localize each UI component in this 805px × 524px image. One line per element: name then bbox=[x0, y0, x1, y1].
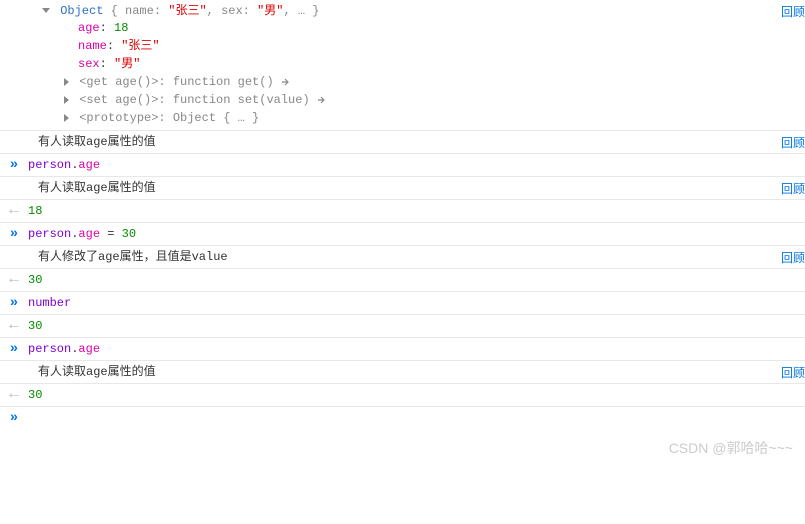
input-identifier: number bbox=[28, 296, 71, 310]
input-prop: age bbox=[78, 227, 100, 241]
output-value: 18 bbox=[28, 204, 42, 218]
console-output-row: ← 30 bbox=[0, 269, 805, 292]
review-link[interactable]: 回顾 bbox=[781, 3, 805, 20]
prop-key-age: age bbox=[78, 21, 100, 35]
object-properties: age: 18 name: "张三" sex: "男" <get age()>:… bbox=[28, 19, 765, 127]
console-log-row: 有人读取age属性的值 回顾 bbox=[0, 131, 805, 154]
log-message: 有人修改了age属性，且值是value bbox=[28, 249, 805, 265]
log-message: 有人读取age属性的值 bbox=[28, 180, 805, 196]
jump-icon[interactable] bbox=[281, 77, 291, 87]
object-preview-row: Object { name: "张三", sex: "男", … } age: … bbox=[0, 0, 805, 131]
prop-val-name: "张三" bbox=[121, 39, 159, 53]
jump-icon[interactable] bbox=[317, 95, 327, 105]
input-prompt-icon: » bbox=[0, 341, 28, 357]
input-prompt-icon: » bbox=[0, 295, 28, 311]
setter-key: <set age()> bbox=[79, 93, 158, 107]
prop-val-sex: "男" bbox=[114, 57, 140, 71]
output-value: 30 bbox=[28, 273, 42, 287]
output-arrow-icon: ← bbox=[0, 387, 28, 401]
log-message: 有人读取age属性的值 bbox=[28, 134, 805, 150]
review-link[interactable]: 回顾 bbox=[781, 180, 805, 197]
input-object: person bbox=[28, 342, 71, 356]
input-prompt-icon: » bbox=[0, 226, 28, 242]
output-arrow-icon: ← bbox=[0, 318, 28, 332]
setter-val: function set(value) bbox=[173, 93, 310, 107]
output-arrow-icon: ← bbox=[0, 203, 28, 217]
review-link[interactable]: 回顾 bbox=[781, 249, 805, 266]
console-output-row: ← 18 bbox=[0, 200, 805, 223]
expand-arrow-icon[interactable] bbox=[64, 96, 69, 104]
review-link[interactable]: 回顾 bbox=[781, 364, 805, 381]
expand-arrow-icon[interactable] bbox=[64, 78, 69, 86]
log-message: 有人读取age属性的值 bbox=[28, 364, 805, 380]
object-content[interactable]: Object { name: "张三", sex: "男", … } age: … bbox=[28, 3, 805, 127]
console-log-row: 有人读取age属性的值 回顾 bbox=[0, 361, 805, 384]
object-type-label: Object bbox=[60, 4, 103, 18]
expand-arrow-icon[interactable] bbox=[64, 114, 69, 122]
input-prop: age bbox=[78, 342, 100, 356]
proto-key: <prototype> bbox=[79, 111, 158, 125]
console-log-row: 有人读取age属性的值 回顾 bbox=[0, 177, 805, 200]
console-output-row: ← 30 bbox=[0, 315, 805, 338]
review-link[interactable]: 回顾 bbox=[781, 134, 805, 151]
output-value: 30 bbox=[28, 388, 42, 402]
console-input-row[interactable]: » person.age = 30 bbox=[0, 223, 805, 246]
input-object: person bbox=[28, 158, 71, 172]
prop-key-name: name bbox=[78, 39, 107, 53]
input-prompt-icon: » bbox=[0, 410, 28, 426]
console-input-row[interactable]: » number bbox=[0, 292, 805, 315]
input-val: 30 bbox=[122, 227, 136, 241]
output-value: 30 bbox=[28, 319, 42, 333]
input-object: person bbox=[28, 227, 71, 241]
console-input-row[interactable]: » person.age bbox=[0, 338, 805, 361]
console-log-row: 有人修改了age属性，且值是value 回顾 bbox=[0, 246, 805, 269]
getter-key: <get age()> bbox=[79, 75, 158, 89]
prop-key-sex: sex bbox=[78, 57, 100, 71]
console-input-row[interactable]: » person.age bbox=[0, 154, 805, 177]
input-prompt-icon: » bbox=[0, 157, 28, 173]
output-arrow-icon: ← bbox=[0, 272, 28, 286]
proto-val: Object { … } bbox=[173, 111, 259, 125]
console-output-row: ← 30 bbox=[0, 384, 805, 407]
watermark: CSDN @郭哈哈~~~ bbox=[669, 438, 793, 458]
input-prop: age bbox=[78, 158, 100, 172]
collapse-arrow-icon[interactable] bbox=[42, 8, 50, 13]
getter-val: function get() bbox=[173, 75, 274, 89]
prop-val-age: 18 bbox=[114, 21, 128, 35]
